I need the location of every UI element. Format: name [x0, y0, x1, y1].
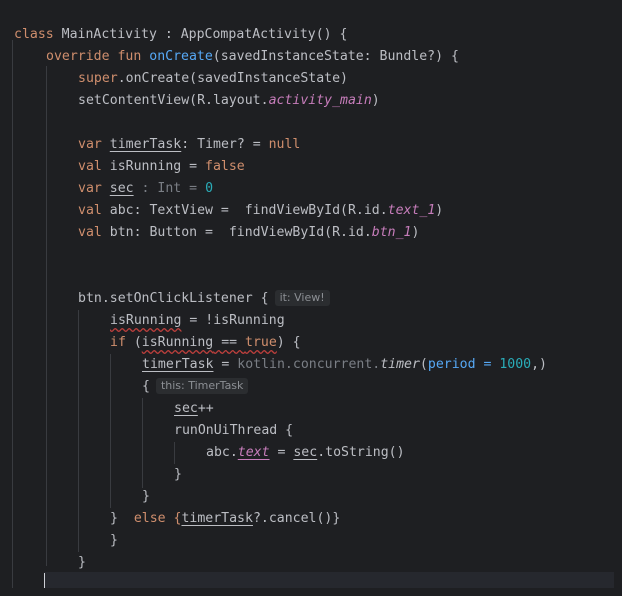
indent-guide: [142, 398, 143, 488]
number-literal: 0: [205, 181, 214, 196]
brace: }: [142, 489, 150, 504]
code-line[interactable]: timerTask = kotlin.concurrent.timer(peri…: [142, 354, 547, 376]
function-name: onCreate: [149, 49, 213, 64]
run-on-ui-thread: runOnUiThread {: [174, 423, 294, 438]
code-line[interactable]: var sec : Int = 0: [78, 178, 213, 200]
keyword-var: var: [78, 137, 102, 152]
code-line[interactable]: val isRunning = false: [78, 156, 245, 178]
code-line[interactable]: isRunning = !isRunning: [110, 310, 285, 332]
code-line[interactable]: val abc: TextView = findViewById(R.id.te…: [78, 200, 443, 222]
variable-sec: sec: [174, 401, 198, 416]
paren: ,): [531, 357, 547, 372]
code-line[interactable]: abc.text = sec.toString(): [206, 442, 405, 464]
keyword-null: null: [268, 137, 301, 152]
code-line[interactable]: override fun onCreate(savedInstanceState…: [46, 46, 459, 68]
keyword-if: if: [110, 335, 126, 350]
variable-isrunning: isRunning =: [101, 159, 206, 174]
keyword-false: false: [205, 159, 245, 174]
variable-timertask: timerTask: [181, 511, 253, 526]
inlay-hint: this: TimerTask: [155, 378, 249, 394]
brace: }: [110, 511, 118, 526]
function-params: (savedInstanceState: Bundle?) {: [212, 49, 459, 64]
current-line-highlight: [44, 572, 614, 588]
brace: }: [78, 555, 86, 570]
operator-assign: =: [269, 445, 294, 460]
keyword-super: super: [78, 71, 118, 86]
keyword-override: override: [46, 49, 110, 64]
code-line[interactable]: runOnUiThread {: [174, 420, 293, 442]
indent-guide: [110, 354, 111, 508]
class-declaration: MainActivity : AppCompatActivity() {: [53, 27, 348, 42]
variable-abc: abc: TextView = findViewById(R.id.: [101, 203, 388, 218]
variable-timertask: timerTask: [142, 357, 214, 372]
keyword-else: else {: [117, 511, 182, 526]
paren: ) {: [276, 335, 301, 350]
variable-sec: sec: [109, 181, 134, 196]
keyword-val: val: [78, 203, 102, 218]
type-annotation: : Int =: [133, 181, 206, 196]
code-line[interactable]: if (isRunning == true) {: [110, 332, 301, 354]
cancel-call: ?.cancel()}: [252, 511, 341, 526]
variable-isrunning-error: isRunning: [110, 313, 182, 328]
code-line[interactable]: val btn: Button = findViewById(R.id.btn_…: [78, 222, 419, 244]
paren: (: [419, 357, 428, 372]
keyword-val: val: [78, 159, 102, 174]
paren: ): [371, 93, 380, 108]
code-line[interactable]: }: [110, 530, 118, 552]
code-line[interactable]: var timerTask: Timer? = null: [78, 134, 300, 156]
code-line[interactable]: super.onCreate(savedInstanceState): [78, 68, 348, 90]
operator-eq: ==: [213, 335, 246, 350]
set-content-view: setContentView(R.layout.: [78, 93, 269, 108]
code-line[interactable]: }: [142, 486, 150, 508]
keyword-var: var: [78, 181, 102, 196]
keyword-val: val: [78, 225, 102, 240]
to-string-call: .toString(): [317, 445, 405, 460]
indent-guide: [12, 40, 13, 588]
code-line[interactable]: setContentView(R.layout.activity_main): [78, 90, 380, 112]
indent-guide: [78, 310, 79, 552]
number-literal: 1000: [499, 357, 532, 372]
brace: {: [142, 379, 150, 394]
text-caret: [44, 573, 45, 588]
code-line[interactable]: btn.setOnClickListener { it: View!: [78, 288, 330, 310]
receiver: abc.: [206, 445, 238, 460]
paren: ): [435, 203, 444, 218]
assignment: = !isRunning: [181, 313, 285, 328]
variable-isrunning-error: isRunning: [141, 335, 214, 350]
paren: (: [125, 335, 142, 350]
variable-sec: sec: [293, 445, 318, 460]
brace: }: [110, 533, 118, 548]
inlay-hint: it: View!: [274, 290, 330, 306]
super-call: .onCreate(savedInstanceState): [117, 71, 348, 86]
id-reference: text_1: [387, 203, 436, 218]
keyword-fun: fun: [117, 49, 142, 64]
operator-increment: ++: [197, 401, 214, 416]
function-timer: timer: [380, 357, 420, 372]
keyword-true: true: [245, 335, 277, 350]
code-line[interactable]: } else {timerTask?.cancel()}: [110, 508, 340, 530]
code-line[interactable]: }: [78, 552, 86, 574]
variable-btn: btn: Button = findViewById(R.id.: [101, 225, 372, 240]
paren: ): [411, 225, 420, 240]
code-line[interactable]: }: [174, 464, 182, 486]
listener-call: btn.setOnClickListener {: [78, 291, 269, 306]
code-line[interactable]: sec++: [174, 398, 214, 420]
brace: }: [174, 467, 182, 482]
layout-reference: activity_main: [268, 93, 372, 108]
id-reference: btn_1: [371, 225, 412, 240]
indent-guide: [174, 442, 175, 464]
property-text: text: [237, 445, 270, 460]
code-line[interactable]: class MainActivity : AppCompatActivity()…: [14, 24, 347, 46]
named-param: period =: [427, 357, 500, 372]
variable-timertask: timerTask: [109, 137, 182, 152]
indent-guide: [46, 66, 47, 566]
keyword-class: class: [14, 27, 54, 42]
code-line[interactable]: { this: TimerTask: [142, 376, 249, 398]
code-editor[interactable]: class MainActivity : AppCompatActivity()…: [0, 0, 622, 596]
package-name: kotlin.concurrent.: [237, 357, 381, 372]
type-annotation: : Timer? =: [181, 137, 269, 152]
operator-assign: =: [213, 357, 238, 372]
